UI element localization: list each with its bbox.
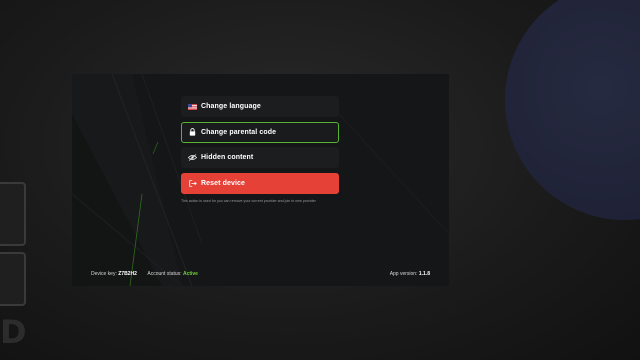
logout-icon xyxy=(188,179,197,188)
device-info: Device key: Z7B2H2 Account status: Activ… xyxy=(91,271,198,277)
settings-menu: Change language Change parental code Hid… xyxy=(181,96,339,198)
hidden-content-button[interactable]: Hidden content xyxy=(181,147,339,168)
reset-device-button[interactable]: Reset device xyxy=(181,172,339,194)
settings-panel: Change language Change parental code Hid… xyxy=(72,74,449,286)
app-screen: D Change language Change parental code H… xyxy=(0,0,640,360)
change-language-label: Change language xyxy=(201,103,261,110)
change-parental-code-label: Change parental code xyxy=(201,128,277,136)
account-status-value: Active xyxy=(182,271,198,277)
account-status-label: Account status: xyxy=(147,271,182,277)
change-parental-code-button[interactable]: Change parental code xyxy=(181,121,339,143)
hidden-content-label: Hidden content xyxy=(201,154,254,161)
device-key-value: Z7B2H2 xyxy=(118,271,137,277)
background-edge-card-bottom xyxy=(0,252,26,306)
app-version: App version: 1.1.8 xyxy=(390,271,430,277)
reset-device-hint: This action is used for you can remove y… xyxy=(181,199,316,203)
app-version-label: App version: xyxy=(389,271,418,277)
background-edge-letter: D xyxy=(0,313,27,351)
change-language-button[interactable]: Change language xyxy=(181,96,339,117)
eye-off-icon xyxy=(188,153,197,162)
reset-device-label: Reset device xyxy=(201,179,246,187)
background-circle xyxy=(505,0,640,220)
background-edge-card-top xyxy=(0,182,26,246)
us-flag-icon xyxy=(188,102,197,111)
device-key-label: Device key: xyxy=(91,271,117,277)
lock-icon xyxy=(188,128,197,137)
app-version-value: 1.1.8 xyxy=(418,271,430,277)
